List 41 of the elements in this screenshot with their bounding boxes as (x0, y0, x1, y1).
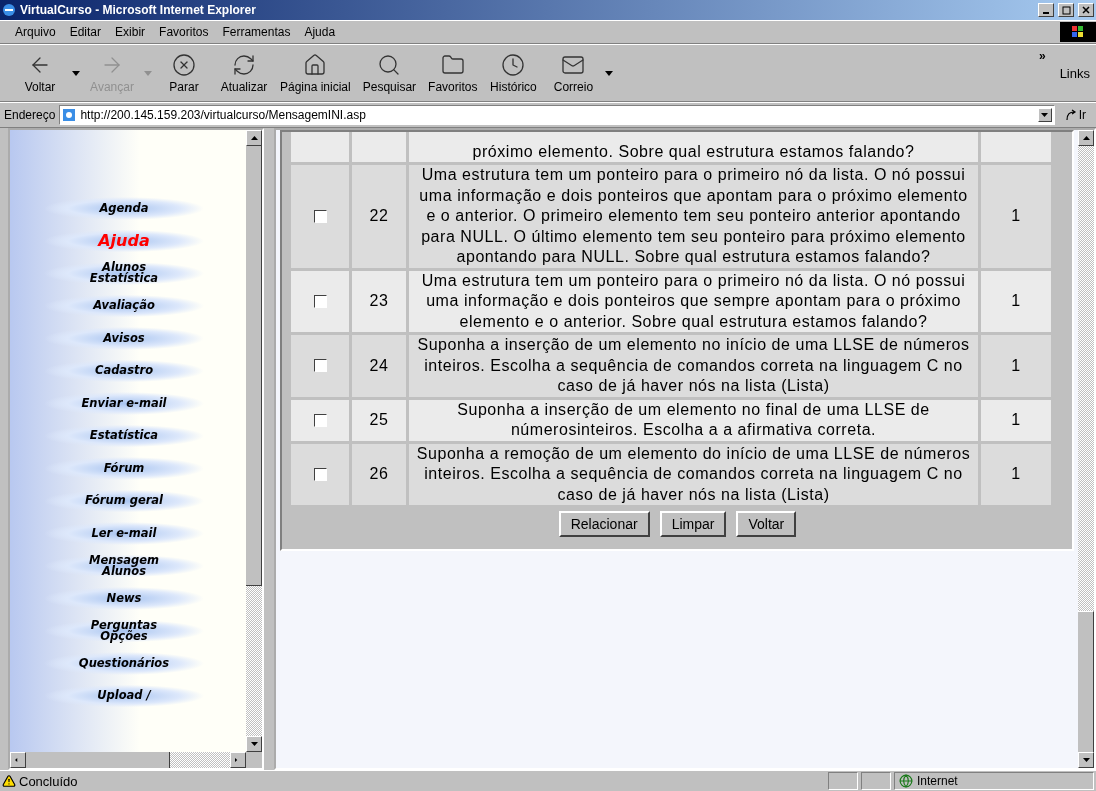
toolbar-button[interactable]: Parar (154, 50, 214, 96)
toolbar-button[interactable]: Atualizar (214, 50, 274, 96)
links-button[interactable]: Links (1059, 65, 1090, 81)
table-cell: 1 (981, 165, 1051, 268)
window-title: VirtualCurso - Microsoft Internet Explorer (20, 3, 257, 17)
table-cell: 23 (352, 270, 406, 332)
table-cell: Suponha a inserção de um elemento no final de uma LLSE de númerosinteiros. Escolha a a afirmativa correta. (409, 399, 978, 441)
toolbar-button[interactable]: Pesquisar (356, 50, 423, 96)
status-text: Concluído (19, 773, 79, 789)
menu-item[interactable]: Exibir (108, 23, 153, 41)
go-button[interactable]: Ir (1058, 108, 1092, 122)
zone-label: Internet (917, 774, 958, 788)
menu-item[interactable]: Ajuda (297, 23, 343, 41)
table-cell: Uma estrutura tem um ponteiro para o primeiro nó da lista. O nó possui uma informação e dois ponteiros que apontam para o próximo elemento e o anterior. O primeiro elemento tem seu ponteiro anterior apontando para NULL. O último elemento tem seu ponteiro para próximo elemento apontando para NULL. Sobre qual estrutura estamos falando? (409, 165, 978, 268)
address-field[interactable]: http://200.145.159.203/virtualcurso/MensagemINI.asp (59, 105, 1055, 125)
form-button[interactable]: Voltar (736, 511, 797, 537)
toolbar-button[interactable]: Favoritos (422, 50, 484, 96)
menu-item[interactable]: Editar (62, 23, 109, 41)
table-cell: 1 (981, 335, 1051, 397)
table-cell: 22 (352, 165, 406, 268)
form-button[interactable]: Limpar (659, 511, 727, 537)
menu-item[interactable]: Arquivo (8, 23, 63, 41)
table-cell: Uma estrutura tem um ponteiro para o primeiro nó da lista. O nó possui uma informação e dois ponteiros que sempre apontam para o próximo elemento e o anterior. Sobre qual estrutura estamos falando? (409, 270, 978, 332)
table-cell: 25 (352, 399, 406, 441)
table-cell: próximo elemento. Sobre qual estrutura estamos falando? (409, 132, 978, 162)
menu-item[interactable]: Ferramentas (215, 23, 298, 41)
table-cell: 26 (352, 443, 406, 505)
menu-item[interactable]: Favoritos (152, 23, 216, 41)
more-chevron[interactable]: » (1038, 49, 1046, 63)
table-cell: Suponha a inserção de um elemento no início de uma LLSE de números inteiros. Escolha a sequência de comandos correta na linguagem C no caso de já haver nós na lista (Lista) (409, 335, 978, 397)
toolbar-button[interactable]: Histórico (483, 50, 544, 96)
table-cell: 1 (981, 270, 1051, 332)
toolbar-button[interactable]: Página inicial (274, 50, 357, 96)
form-button[interactable]: Relacionar (558, 511, 650, 537)
toolbar-button[interactable]: Voltar (10, 50, 70, 96)
table-cell: 24 (352, 335, 406, 397)
table-cell: 1 (981, 443, 1051, 505)
table-cell: Suponha a remoção de um elemento do início de uma LLSE de números inteiros. Escolha a sequência de comandos correta na linguagem C no caso de já haver nós na lista (Lista) (409, 443, 978, 505)
address-label: Endereço (4, 108, 56, 122)
table-cell: 1 (981, 399, 1051, 441)
toolbar-button[interactable]: Correio (543, 50, 604, 96)
